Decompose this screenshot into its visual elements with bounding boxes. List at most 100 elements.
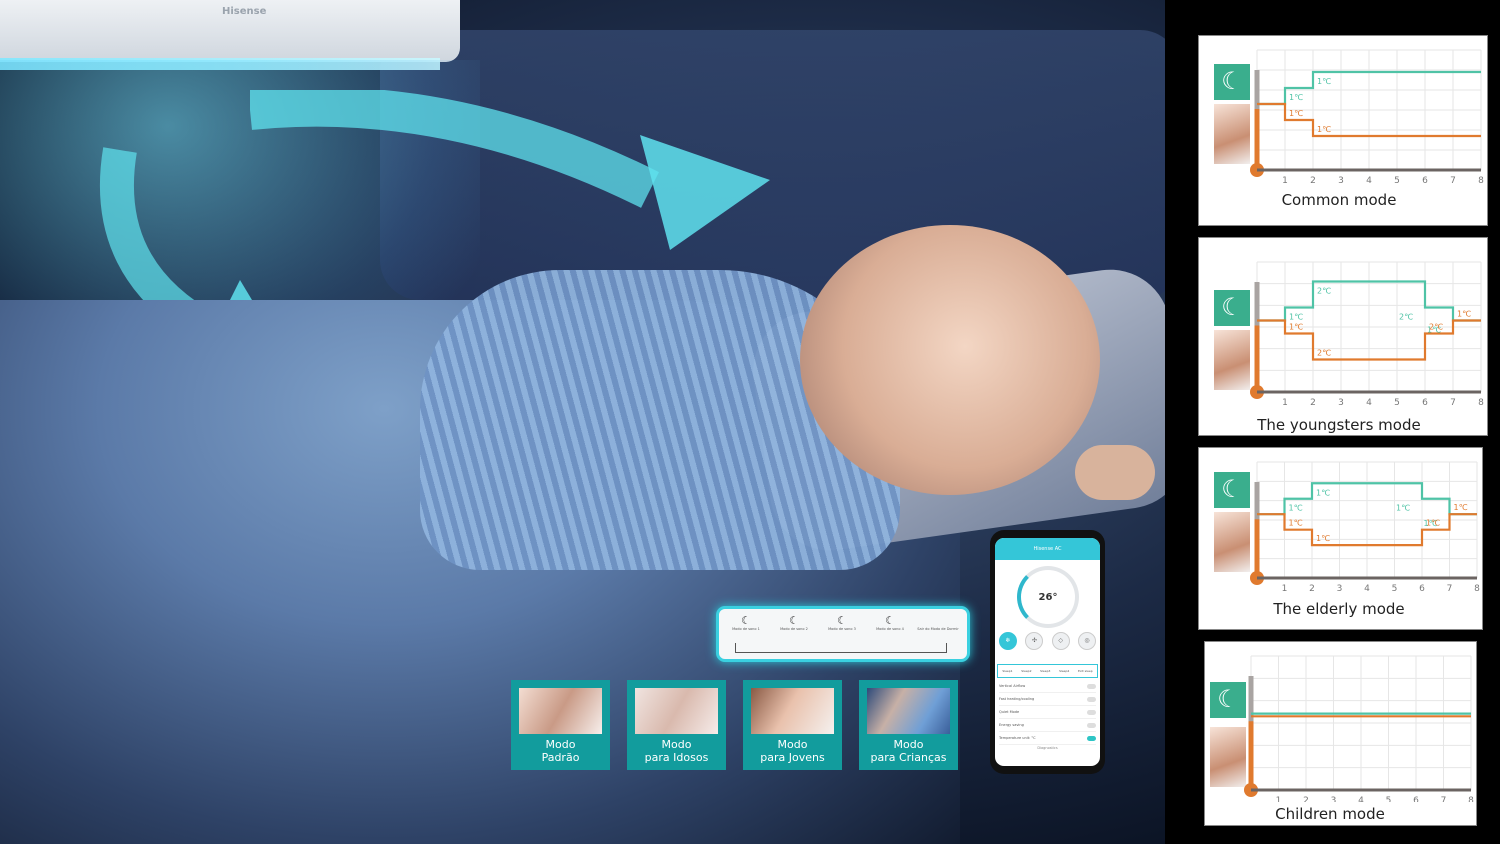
young-woman-sleeping-photo bbox=[751, 688, 834, 734]
app-header: Hisense AC bbox=[995, 538, 1100, 560]
x-tick-label: 1 bbox=[1282, 584, 1288, 594]
sleep-option[interactable]: Sleep2 bbox=[1021, 669, 1031, 673]
settings-row: Energy saving bbox=[999, 719, 1096, 732]
settings-row: Vertical Airflow bbox=[999, 680, 1096, 693]
toggle[interactable] bbox=[1087, 696, 1096, 702]
data-label: 1℃ bbox=[1457, 310, 1471, 319]
mode-card-padrao: Modo Padrão bbox=[511, 680, 610, 770]
flow-step: ☾ Modo de sono 1 bbox=[721, 614, 771, 632]
x-tick-label: 5 bbox=[1394, 176, 1400, 186]
x-tick-label: 7 bbox=[1450, 398, 1456, 408]
x-tick-label: 7 bbox=[1450, 176, 1456, 186]
mode-button[interactable]: ◎ bbox=[1077, 632, 1096, 650]
chart-common-mode: 1 2 3 4 5 6 7 8 1℃ 1℃ 1℃ 1℃ bbox=[1250, 49, 1484, 186]
x-tick-label: 2 bbox=[1309, 584, 1315, 594]
toggle[interactable] bbox=[1087, 683, 1096, 689]
chart-title: The elderly mode bbox=[1273, 600, 1405, 618]
x-tick-label: 1 bbox=[1282, 398, 1288, 408]
sleep-option[interactable]: Sleep4 bbox=[1059, 669, 1069, 673]
data-label: 1℃ bbox=[1316, 488, 1330, 497]
x-tick-label: 5 bbox=[1386, 796, 1392, 802]
data-label: 2℃ bbox=[1429, 323, 1443, 332]
chart-title: The youngsters mode bbox=[1257, 416, 1421, 434]
x-tick-label: 8 bbox=[1478, 398, 1484, 408]
child-sleeping-photo bbox=[867, 688, 950, 734]
x-tick-label: 7 bbox=[1441, 796, 1447, 802]
x-tick-label: 2 bbox=[1310, 176, 1316, 186]
settings-row: Quiet Mode bbox=[999, 706, 1096, 719]
data-label: 1℃ bbox=[1289, 323, 1303, 332]
airflow-arrow-right-icon bbox=[250, 90, 770, 250]
moon-icon: ☾ bbox=[741, 614, 751, 627]
x-tick-label: 5 bbox=[1394, 398, 1400, 408]
chart-youngsters-mode: 1 2 3 4 5 6 7 81℃2℃2℃1℃1℃2℃2℃1℃ bbox=[1250, 261, 1484, 408]
couple-sleeping-photo bbox=[519, 688, 602, 734]
data-label: 1℃ bbox=[1289, 93, 1303, 102]
mode-card-jovens: Modo para Jovens bbox=[743, 680, 842, 770]
data-label: 2℃ bbox=[1399, 313, 1413, 322]
settings-row: Temperature unit: °C bbox=[999, 732, 1096, 745]
data-label: 1℃ bbox=[1454, 503, 1468, 512]
data-label: 1℃ bbox=[1289, 519, 1303, 528]
x-tick-label: 6 bbox=[1422, 176, 1428, 186]
air-conditioner-unit: Hisense bbox=[0, 0, 460, 62]
temperature-dial[interactable]: 26° bbox=[1017, 566, 1079, 628]
chart-panel-children: ☾ 12345678 Children mode bbox=[1204, 641, 1477, 826]
mode-card-criancas: Modo para Crianças bbox=[859, 680, 958, 770]
mode-buttons: ❄ ✣ ◇ ◎ bbox=[999, 632, 1096, 650]
settings-list: Vertical Airflow Fast heating/cooling Qu… bbox=[999, 680, 1096, 745]
sleep-mode-flow-callout: ☾ Modo de sono 1 ☾ Modo de sono 2 ☾ Modo de… bbox=[716, 606, 970, 662]
x-tick-label: 3 bbox=[1337, 584, 1343, 594]
mode-card-idosos: Modo para Idosos bbox=[627, 680, 726, 770]
flow-step: ☾ Modo de sono 3 bbox=[817, 615, 867, 632]
fan-speed-button[interactable]: ✣ bbox=[1025, 632, 1044, 650]
toggle[interactable] bbox=[1087, 722, 1096, 728]
baby-hand bbox=[1075, 445, 1155, 500]
data-label: 1℃ bbox=[1289, 504, 1303, 513]
chart-children-mode: 1 2 3 4 5 6 7 8 bbox=[1244, 655, 1474, 802]
x-tick-label: 2 bbox=[1310, 398, 1316, 408]
sleep-option[interactable]: Exit sleep bbox=[1078, 669, 1093, 673]
toggle[interactable] bbox=[1087, 735, 1096, 741]
x-tick-label: 2 bbox=[1303, 796, 1309, 802]
x-tick-label: 1 bbox=[1276, 796, 1282, 802]
data-label: 1℃ bbox=[1289, 109, 1303, 118]
x-tick-label: 1 bbox=[1282, 176, 1288, 186]
data-label: 1℃ bbox=[1396, 504, 1410, 513]
x-tick-label: 3 bbox=[1338, 176, 1344, 186]
flow-loop-line bbox=[735, 643, 947, 653]
x-tick-label: 4 bbox=[1364, 584, 1370, 594]
elderly-sleeping-photo bbox=[635, 688, 718, 734]
dry-button[interactable]: ◇ bbox=[1051, 632, 1070, 650]
x-tick-label: 3 bbox=[1331, 796, 1337, 802]
x-tick-label: 4 bbox=[1366, 398, 1372, 408]
diagnostics-link[interactable]: Diagnostics bbox=[995, 746, 1100, 750]
sleep-option[interactable]: Sleep3 bbox=[1040, 669, 1050, 673]
flow-step: ☾ Modo de sono 2 bbox=[769, 614, 819, 632]
x-tick-label: 6 bbox=[1422, 398, 1428, 408]
toggle[interactable] bbox=[1087, 709, 1096, 715]
brand-logo: Hisense bbox=[222, 6, 267, 17]
chart-elderly-mode: 1 2 3 4 5 6 7 81℃1℃1℃1℃1℃1℃1℃1℃ bbox=[1250, 461, 1480, 594]
data-label: 1℃ bbox=[1426, 519, 1440, 528]
chart-panel-common: ☾ 1 2 3 4 5 6 7 8 1℃ 1℃ 1℃ 1℃ Common mode bbox=[1198, 35, 1488, 226]
flow-step-exit: Sair do Modo de Dormir bbox=[917, 627, 959, 631]
data-label: 1℃ bbox=[1317, 125, 1331, 134]
x-tick-label: 8 bbox=[1478, 176, 1484, 186]
x-tick-label: 4 bbox=[1358, 796, 1364, 802]
data-label: 2℃ bbox=[1317, 287, 1331, 296]
moon-icon: ☾ bbox=[789, 614, 799, 627]
x-tick-label: 8 bbox=[1474, 584, 1480, 594]
chart-title: Common mode bbox=[1281, 191, 1397, 209]
sleep-mode-strip[interactable]: Sleep1 Sleep2 Sleep3 Sleep4 Exit sleep bbox=[997, 664, 1098, 678]
x-tick-label: 6 bbox=[1413, 796, 1419, 802]
sleeping-baby bbox=[800, 225, 1100, 495]
x-tick-label: 4 bbox=[1366, 176, 1372, 186]
chart-title: Children mode bbox=[1275, 805, 1385, 823]
cool-button[interactable]: ❄ bbox=[999, 632, 1017, 650]
moon-icon: ☾ bbox=[885, 614, 895, 627]
mode-cards: Modo Padrão Modo para Idosos Modo para Jove… bbox=[511, 680, 958, 770]
chart-panel-elderly: ☾ 1 2 3 4 5 6 7 8 1℃ 1℃ 1℃ 1℃ 1℃ 1℃ 1℃ 1℃ The elderly m… bbox=[1198, 447, 1483, 630]
sleep-option[interactable]: Sleep1 bbox=[1002, 669, 1012, 673]
flow-step: ☾ Modo de sono 4 bbox=[865, 614, 915, 632]
